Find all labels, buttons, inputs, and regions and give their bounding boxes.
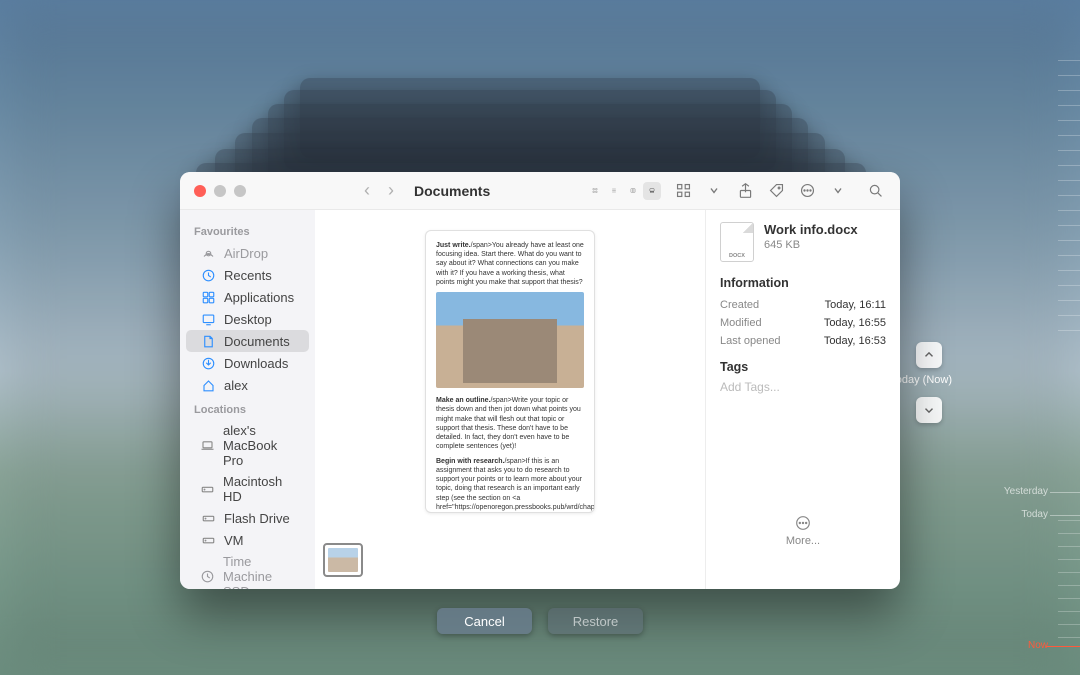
laptop-icon — [200, 438, 215, 454]
info-row-created: CreatedToday, 16:11 — [720, 296, 886, 314]
forward-button[interactable]: › — [388, 180, 394, 201]
timeline-now-tick — [1046, 646, 1080, 647]
download-icon — [200, 355, 216, 371]
file-type-icon — [720, 222, 754, 262]
minimize-button[interactable] — [214, 185, 226, 197]
add-tags-field[interactable]: Add Tags... — [720, 380, 886, 394]
action-button[interactable] — [798, 182, 816, 200]
gallery-view-button[interactable] — [643, 182, 661, 200]
gallery-preview: Just write./span>You already have at lea… — [315, 210, 705, 589]
thumbnail-strip — [315, 537, 705, 581]
tag-button[interactable] — [767, 182, 785, 200]
column-view-button[interactable] — [624, 182, 642, 200]
view-switcher — [586, 182, 661, 200]
timeline-label-today: Today — [1021, 509, 1048, 520]
share-button[interactable] — [736, 182, 754, 200]
action-buttons: Cancel Restore — [437, 608, 643, 634]
hdd-icon — [200, 481, 215, 497]
back-button[interactable]: ‹ — [364, 180, 370, 201]
apps-icon — [200, 289, 216, 305]
timeline-tick — [1050, 515, 1080, 516]
locations-header: Locations — [180, 400, 315, 420]
hdd-icon — [200, 532, 216, 548]
restore-button[interactable]: Restore — [548, 608, 643, 634]
file-size: 645 KB — [764, 239, 858, 251]
sidebar-item-vm[interactable]: VM — [186, 529, 309, 551]
sidebar: Favourites AirDrop Recents Applications … — [180, 210, 315, 589]
timeline-label-yesterday: Yesterday — [1004, 486, 1048, 497]
information-header: Information — [720, 276, 886, 290]
timeline-tick — [1050, 492, 1080, 493]
sidebar-item-airdrop[interactable]: AirDrop — [186, 242, 309, 264]
action-dropdown-icon[interactable] — [829, 182, 847, 200]
icon-view-button[interactable] — [586, 182, 604, 200]
ellipsis-icon — [720, 514, 886, 535]
airdrop-icon — [200, 245, 216, 261]
list-view-button[interactable] — [605, 182, 623, 200]
close-button[interactable] — [194, 185, 206, 197]
preview-image — [436, 292, 584, 388]
tags-header: Tags — [720, 360, 886, 374]
document-preview[interactable]: Just write./span>You already have at lea… — [425, 230, 595, 513]
file-name: Work info.docx — [764, 222, 858, 237]
sidebar-item-macintosh-hd[interactable]: Macintosh HD — [186, 471, 309, 507]
sidebar-item-home[interactable]: alex — [186, 374, 309, 396]
window-title: Documents — [414, 183, 490, 199]
info-panel: Work info.docx 645 KB Information Create… — [705, 210, 900, 589]
zoom-button[interactable] — [234, 185, 246, 197]
file-thumbnail[interactable] — [323, 543, 363, 577]
sidebar-item-time-machine[interactable]: Time Machine SSD — [186, 551, 309, 589]
titlebar: ‹ › Documents — [180, 172, 900, 210]
window-controls — [180, 185, 246, 197]
group-button[interactable] — [674, 182, 692, 200]
sidebar-item-macbook[interactable]: alex's MacBook Pro — [186, 420, 309, 471]
cancel-button[interactable]: Cancel — [437, 608, 532, 634]
sidebar-item-recents[interactable]: Recents — [186, 264, 309, 286]
timeline: Today (Now) Yesterday Today Now — [1020, 0, 1080, 675]
sidebar-item-documents[interactable]: Documents — [186, 330, 309, 352]
clock-icon — [200, 267, 216, 283]
search-button[interactable] — [866, 182, 884, 200]
finder-window: ‹ › Documents Favourites AirDrop Recents — [180, 172, 900, 589]
group-dropdown-icon[interactable] — [705, 182, 723, 200]
sidebar-item-downloads[interactable]: Downloads — [186, 352, 309, 374]
more-section[interactable]: More... — [720, 514, 886, 547]
info-row-modified: ModifiedToday, 16:55 — [720, 314, 886, 332]
home-icon — [200, 377, 216, 393]
document-icon — [200, 333, 216, 349]
hdd-icon — [200, 510, 216, 526]
timeline-down-button[interactable] — [916, 397, 942, 423]
favourites-header: Favourites — [180, 222, 315, 242]
timeline-up-button[interactable] — [916, 342, 942, 368]
desktop-icon — [200, 311, 216, 327]
tm-icon — [200, 569, 215, 585]
sidebar-item-applications[interactable]: Applications — [186, 286, 309, 308]
info-row-opened: Last openedToday, 16:53 — [720, 332, 886, 350]
sidebar-item-flash-drive[interactable]: Flash Drive — [186, 507, 309, 529]
timeline-label-now: Now — [1028, 640, 1048, 651]
sidebar-item-desktop[interactable]: Desktop — [186, 308, 309, 330]
